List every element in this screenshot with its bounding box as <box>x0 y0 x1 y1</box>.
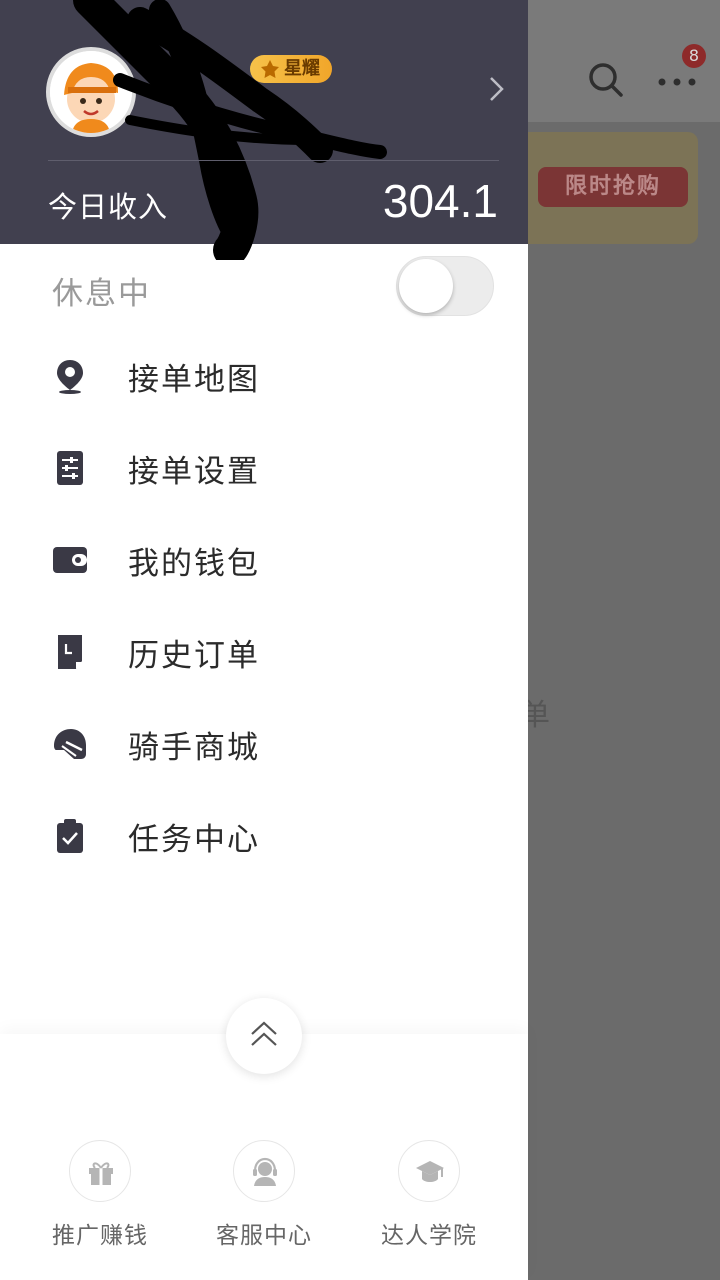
level-badge: 星耀 <box>250 55 332 83</box>
shortcut-customer-service[interactable]: 客服中心 <box>194 1140 334 1250</box>
menu-item-rider-mall[interactable]: 骑手商城 <box>0 698 528 790</box>
helmet-icon <box>52 726 88 762</box>
menu-item-label: 骑手商城 <box>128 730 260 766</box>
work-status-row: 休息中 <box>0 244 528 330</box>
settings-list-icon <box>52 450 88 486</box>
shortcut-promote-earn[interactable]: 推广赚钱 <box>30 1140 170 1250</box>
shortcut-label: 达人学院 <box>381 1223 477 1249</box>
task-clipboard-icon <box>52 818 88 854</box>
menu-item-task-center[interactable]: 任务中心 <box>0 790 528 882</box>
side-drawer: 星耀 今日收入 304.1 休息中 接单地图 接单设置 我的钱包 历史订单 骑手… <box>0 0 528 1280</box>
promo-button: 限时抢购 <box>538 167 688 207</box>
menu-item-order-map[interactable]: 接单地图 <box>0 330 528 422</box>
wallet-icon <box>52 542 88 578</box>
header-divider <box>48 160 499 161</box>
order-history-icon <box>52 634 88 670</box>
income-label: 今日收入 <box>48 190 169 224</box>
collapse-button[interactable] <box>226 998 302 1074</box>
toggle-knob <box>399 259 453 313</box>
shortcut-label: 客服中心 <box>216 1223 312 1249</box>
menu-item-order-history[interactable]: 历史订单 <box>0 606 528 698</box>
drawer-header[interactable]: 星耀 今日收入 304.1 <box>0 0 528 260</box>
graduation-cap-icon <box>398 1140 460 1202</box>
gift-icon <box>69 1140 131 1202</box>
rest-status-label: 休息中 <box>52 276 151 312</box>
location-pin-icon <box>52 358 88 394</box>
shortcut-expert-academy[interactable]: 达人学院 <box>359 1140 499 1250</box>
shortcut-label: 推广赚钱 <box>52 1223 148 1249</box>
double-chevron-up-icon <box>251 1021 277 1046</box>
customer-service-icon <box>233 1140 295 1202</box>
chevron-right-icon[interactable] <box>484 74 508 104</box>
star-level-icon <box>261 60 279 78</box>
notification-badge: 8 <box>682 44 706 68</box>
income-value: 304.1 <box>382 175 498 227</box>
menu-item-label: 接单地图 <box>128 362 260 398</box>
menu-item-order-settings[interactable]: 接单设置 <box>0 422 528 514</box>
menu-item-label: 历史订单 <box>128 638 260 674</box>
menu-item-wallet[interactable]: 我的钱包 <box>0 514 528 606</box>
level-badge-label: 星耀 <box>284 58 320 79</box>
avatar[interactable] <box>46 47 136 137</box>
menu-item-label: 我的钱包 <box>128 546 260 582</box>
menu-item-label: 任务中心 <box>128 822 260 858</box>
work-status-toggle[interactable] <box>396 256 494 316</box>
menu-item-label: 接单设置 <box>128 454 260 490</box>
search-icon <box>588 62 624 98</box>
